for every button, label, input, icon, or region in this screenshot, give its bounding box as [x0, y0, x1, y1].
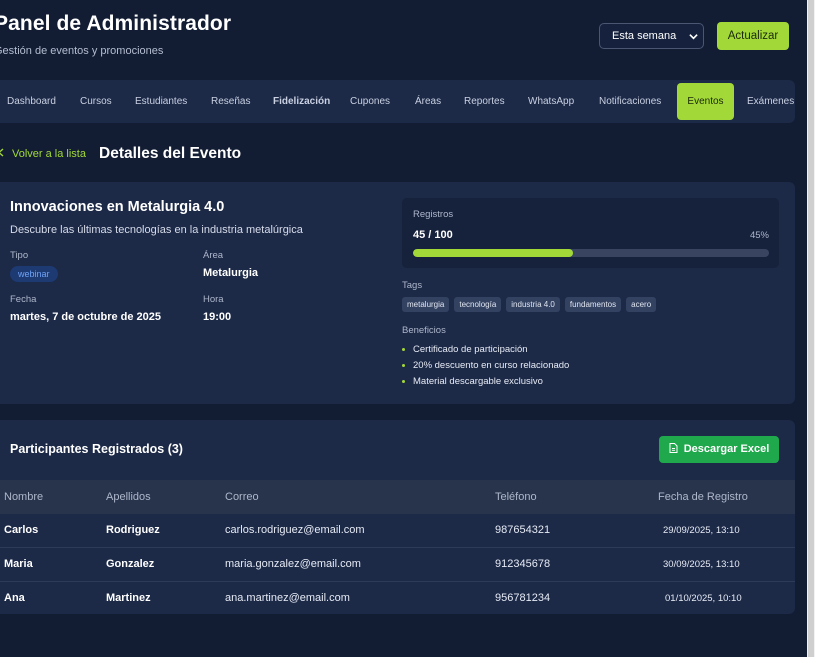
registrations-box: Registros 45 / 100 45% [402, 198, 779, 268]
cell-registration-date: 01/10/2025, 10:10 [665, 593, 742, 604]
cell-last-name: Martinez [106, 592, 151, 604]
benefit-item: 20% descuento en curso relacionado [402, 360, 569, 376]
registrations-progress-bar [413, 249, 769, 257]
tab-fidelizacion[interactable]: Fidelización [273, 83, 330, 120]
event-name: Innovaciones en Metalurgia 4.0 [10, 199, 225, 215]
cell-last-name: Rodriguez [106, 524, 160, 536]
tag: fundamentos [564, 297, 622, 312]
file-icon [669, 443, 678, 453]
cell-first-name: Ana [4, 592, 25, 604]
event-card: Innovaciones en Metalurgia 4.0 Descubre … [0, 182, 795, 404]
column-header: Correo [225, 491, 259, 503]
tags-label: Tags [402, 280, 423, 291]
cell-email: ana.martinez@email.com [225, 592, 350, 604]
refresh-button[interactable]: Actualizar [717, 22, 789, 50]
tab-dashboard[interactable]: Dashboard [7, 83, 56, 120]
table-header: Nombre Apellidos Correo Teléfono Fecha d… [0, 480, 795, 514]
benefits-label: Beneficios [402, 325, 446, 336]
column-header: Teléfono [495, 491, 537, 503]
table-row: Maria Gonzalez maria.gonzalez@email.com … [0, 547, 795, 581]
tag: acero [626, 297, 657, 312]
tag: metalurgia [402, 297, 450, 312]
table-row: Carlos Rodriguez carlos.rodriguez@email.… [0, 514, 795, 548]
time-value: 19:00 [203, 311, 232, 323]
chevron-left-icon [0, 148, 4, 160]
benefit-item: Material descargable exclusivo [402, 376, 569, 392]
registrations-label: Registros [413, 209, 454, 220]
tab-whatsapp[interactable]: WhatsApp [528, 83, 574, 120]
chevron-down-icon [689, 34, 698, 40]
table-row: Ana Martinez ana.martinez@email.com 9567… [0, 581, 795, 614]
nav-tabs: Dashboard Cursos Estudiantes Reseñas Fid… [0, 80, 795, 123]
scrollbar-thumb[interactable] [808, 0, 814, 657]
tab-notificaciones[interactable]: Notificaciones [599, 83, 661, 120]
cell-first-name: Carlos [4, 524, 39, 536]
bullet-icon [402, 363, 405, 367]
benefit-text: Material descargable exclusivo [413, 376, 543, 387]
download-excel-button[interactable]: Descargar Excel [659, 436, 779, 463]
event-description: Descubre las últimas tecnologías en la i… [10, 224, 303, 236]
participants-title: Participantes Registrados (3) [10, 442, 183, 456]
bullet-icon [402, 347, 405, 351]
period-select-value: Esta semana [612, 30, 677, 42]
participants-card: Participantes Registrados (3) Descargar … [0, 420, 795, 614]
date-value: martes, 7 de octubre de 2025 [10, 311, 162, 323]
benefit-text: Certificado de participación [413, 344, 528, 355]
area-label: Área [203, 250, 224, 261]
tab-areas[interactable]: Áreas [415, 83, 441, 120]
tab-examenes[interactable]: Exámenes [747, 83, 794, 120]
column-header: Nombre [4, 491, 44, 503]
tab-cursos[interactable]: Cursos [80, 83, 112, 120]
area-value: Metalurgia [203, 267, 259, 279]
benefits-list: Certificado de participación 20% descuen… [402, 344, 569, 392]
cell-registration-date: 30/09/2025, 13:10 [663, 559, 740, 570]
cell-last-name: Gonzalez [106, 558, 155, 570]
benefit-text: 20% descuento en curso relacionado [413, 360, 570, 371]
period-select[interactable]: Esta semana [599, 23, 704, 49]
registrations-progress-fill [413, 249, 574, 257]
cell-phone: 912345678 [495, 558, 551, 570]
tag: tecnología [454, 297, 502, 312]
cell-phone: 956781234 [495, 592, 551, 604]
benefit-item: Certificado de participación [402, 344, 569, 360]
time-label: Hora [203, 294, 224, 305]
type-label: Tipo [10, 250, 29, 261]
cell-phone: 987654321 [495, 524, 551, 536]
registrations-count: 45 / 100 [413, 229, 453, 241]
registrations-percent: 45% [749, 230, 769, 241]
back-link[interactable]: Volver a la lista [0, 148, 86, 160]
back-link-label: Volver a la lista [12, 148, 86, 160]
tab-eventos[interactable]: Eventos [677, 83, 734, 120]
cell-email: carlos.rodriguez@email.com [225, 524, 365, 536]
bullet-icon [402, 379, 405, 383]
tab-resenas[interactable]: Reseñas [211, 83, 250, 120]
date-label: Fecha [10, 294, 37, 305]
scrollbar[interactable] [807, 0, 815, 657]
tag: industria 4.0 [506, 297, 560, 312]
section-title: Detalles del Evento [99, 145, 242, 162]
download-excel-label: Descargar Excel [683, 443, 770, 455]
column-header: Apellidos [106, 491, 151, 503]
page-header: Panel de Administrador Gestión de evento… [0, 12, 799, 62]
cell-registration-date: 29/09/2025, 13:10 [663, 525, 740, 536]
tab-reportes[interactable]: Reportes [464, 83, 505, 120]
cell-first-name: Maria [4, 558, 33, 570]
cell-email: maria.gonzalez@email.com [225, 558, 361, 570]
column-header: Fecha de Registro [658, 491, 748, 503]
tags-list: metalurgia tecnología industria 4.0 fund… [402, 297, 657, 312]
type-badge: webinar [10, 266, 58, 282]
tab-cupones[interactable]: Cupones [350, 83, 390, 120]
tab-estudiantes[interactable]: Estudiantes [135, 83, 187, 120]
